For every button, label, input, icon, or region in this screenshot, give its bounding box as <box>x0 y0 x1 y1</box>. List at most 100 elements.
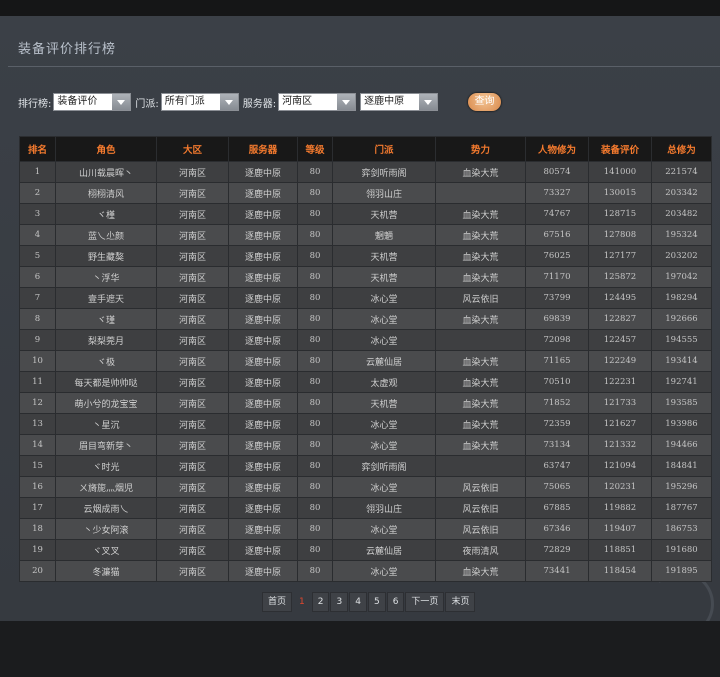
cell-role[interactable]: 山川载晨晖丶 <box>55 161 157 183</box>
cell-total-cultivation: 192666 <box>651 308 712 330</box>
cell-school: 天机营 <box>332 245 436 267</box>
table-row: 17 云烟成雨乀 河南区 逐鹿中原 80 翎羽山庄 风云依旧 67885 119882 18776… <box>19 497 712 519</box>
chevron-down-icon[interactable] <box>337 94 356 110</box>
server-select[interactable]: 逐鹿中原 <box>360 93 439 111</box>
cell-school: 翎羽山庄 <box>332 497 436 519</box>
query-button[interactable]: 查询 <box>468 93 501 111</box>
cell-role[interactable]: ヾ极 <box>55 350 157 372</box>
cell-role[interactable]: 丶浮华 <box>55 266 157 288</box>
cell-role[interactable]: ヾ叉叉 <box>55 539 157 561</box>
col-header-rank: 排名 <box>19 136 56 162</box>
cell-school: 冰心堂 <box>332 413 436 435</box>
cell-region: 河南区 <box>156 350 229 372</box>
table-row: 9 梨梨莞月 河南区 逐鹿中原 80 冰心堂 72098 122457 194555 <box>19 329 712 351</box>
page-link-1[interactable]: 1 <box>293 592 311 612</box>
cell-faction <box>435 455 526 477</box>
cell-level: 80 <box>297 308 333 330</box>
cell-faction: 风云依旧 <box>435 518 526 540</box>
cell-level: 80 <box>297 245 333 267</box>
page-link-6[interactable]: 6 <box>386 592 405 612</box>
table-row: 11 每天都是帅帅哒 河南区 逐鹿中原 80 太虚观 血染大荒 70510 122231 1927… <box>19 371 712 393</box>
cell-school: 冰心堂 <box>332 560 436 582</box>
cell-role[interactable]: 冬濂猫 <box>55 560 157 582</box>
cell-rank: 8 <box>19 308 56 330</box>
cell-role[interactable]: 野生藏獒 <box>55 245 157 267</box>
cell-rank: 17 <box>19 497 56 519</box>
cell-role[interactable]: ヾ槿 <box>55 203 157 225</box>
cell-rank: 2 <box>19 182 56 204</box>
region-select-value: 河南区 <box>282 96 313 107</box>
cell-rank: 7 <box>19 287 56 309</box>
cell-rank: 13 <box>19 413 56 435</box>
table-row: 13 丶星沉 河南区 逐鹿中原 80 冰心堂 血染大荒 72359 121627 193986 <box>19 413 712 435</box>
cell-role[interactable]: 蓝乀尐颜 <box>55 224 157 246</box>
cell-region: 河南区 <box>156 329 229 351</box>
cell-rank: 12 <box>19 392 56 414</box>
table-row: 1 山川载晨晖丶 河南区 逐鹿中原 80 弈剑听雨阁 血染大荒 80574 141000 2215… <box>19 161 712 183</box>
cell-role[interactable]: 丶少女阿滚 <box>55 518 157 540</box>
page-link-4[interactable]: 4 <box>349 592 367 612</box>
cell-role[interactable]: 栩栩清风 <box>55 182 157 204</box>
page-link-5[interactable]: 5 <box>367 592 386 612</box>
first-page-button[interactable]: 首页 <box>262 592 293 612</box>
cell-equipment-rating: 128715 <box>588 203 652 225</box>
table-row: 12 萌小兮的龙宝宝 河南区 逐鹿中原 80 天机营 血染大荒 71852 121733 1935… <box>19 392 712 414</box>
cell-role[interactable]: 云烟成雨乀 <box>55 497 157 519</box>
cell-faction: 血染大荒 <box>435 266 526 288</box>
chevron-down-icon[interactable] <box>219 94 238 110</box>
page-link-3[interactable]: 3 <box>330 592 349 612</box>
cell-role[interactable]: ヾ瑾 <box>55 308 157 330</box>
ranking-table: 排名 角色 大区 服务器 等级 门派 势力 人物修为 装备评价 总修为 1 山川载… <box>19 136 712 582</box>
cell-level: 80 <box>297 455 333 477</box>
cell-total-cultivation: 191895 <box>651 560 712 582</box>
cell-total-cultivation: 194466 <box>651 434 712 456</box>
cell-role[interactable]: ㄨ旖旎灬烟児 <box>55 476 157 498</box>
region-select[interactable]: 河南区 <box>278 93 357 111</box>
cell-school: 冰心堂 <box>332 476 436 498</box>
cell-server: 逐鹿中原 <box>228 497 298 519</box>
cell-role[interactable]: 梨梨莞月 <box>55 329 157 351</box>
cell-role[interactable]: 每天都是帅帅哒 <box>55 371 157 393</box>
chevron-down-icon[interactable] <box>112 94 131 110</box>
cell-server: 逐鹿中原 <box>228 224 298 246</box>
cell-rank: 11 <box>19 371 56 393</box>
cell-role[interactable]: 丶星沉 <box>55 413 157 435</box>
col-header-total-cultivation: 总修为 <box>651 136 712 162</box>
cell-faction: 风云依旧 <box>435 497 526 519</box>
rank-label: 排行榜: <box>18 98 52 110</box>
cell-role[interactable]: 萌小兮的龙宝宝 <box>55 392 157 414</box>
cell-level: 80 <box>297 476 333 498</box>
cell-faction: 血染大荒 <box>435 224 526 246</box>
cell-region: 河南区 <box>156 161 229 183</box>
page-link-2[interactable]: 2 <box>311 592 330 612</box>
cell-character-cultivation: 73327 <box>525 182 589 204</box>
cell-rank: 10 <box>19 350 56 372</box>
cell-total-cultivation: 186753 <box>651 518 712 540</box>
cell-server: 逐鹿中原 <box>228 203 298 225</box>
school-select[interactable]: 所有门派 <box>160 93 239 111</box>
cell-role[interactable]: 壹手遮天 <box>55 287 157 309</box>
chevron-down-icon[interactable] <box>419 94 438 110</box>
cell-equipment-rating: 119882 <box>588 497 652 519</box>
cell-character-cultivation: 73799 <box>525 287 589 309</box>
cell-faction: 血染大荒 <box>435 308 526 330</box>
cell-character-cultivation: 71165 <box>525 350 589 372</box>
cell-equipment-rating: 130015 <box>588 182 652 204</box>
cell-region: 河南区 <box>156 371 229 393</box>
cell-role[interactable]: ヾ时光 <box>55 455 157 477</box>
cell-faction: 风云依旧 <box>435 476 526 498</box>
table-row: 3 ヾ槿 河南区 逐鹿中原 80 天机营 血染大荒 74767 128715 203482 <box>19 203 712 225</box>
cell-server: 逐鹿中原 <box>228 455 298 477</box>
rank-select[interactable]: 装备评价 <box>53 93 132 111</box>
cell-total-cultivation: 195324 <box>651 224 712 246</box>
cell-rank: 14 <box>19 434 56 456</box>
cell-role[interactable]: 眉目弯新芽丶 <box>55 434 157 456</box>
cell-school: 冰心堂 <box>332 287 436 309</box>
cell-region: 河南区 <box>156 455 229 477</box>
cell-school: 冰心堂 <box>332 434 436 456</box>
last-page-button[interactable]: 末页 <box>445 592 476 612</box>
cell-rank: 16 <box>19 476 56 498</box>
cell-region: 河南区 <box>156 434 229 456</box>
cell-school: 冰心堂 <box>332 308 436 330</box>
next-page-button[interactable]: 下一页 <box>405 592 445 612</box>
